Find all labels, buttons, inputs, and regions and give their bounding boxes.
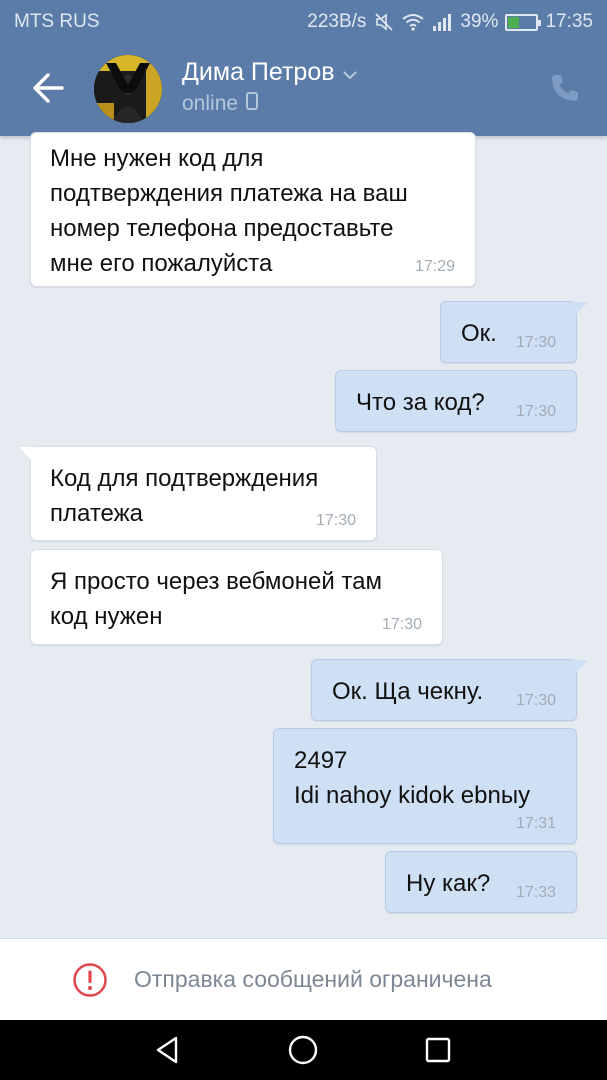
message-time: 17:30 [515, 692, 556, 709]
contact-name-text: Дима Петров [182, 58, 335, 86]
message-time: 17:30 [381, 616, 422, 633]
status-bar: MTS RUS 223B/s 39% 17:35 [0, 0, 607, 42]
message-outgoing[interactable]: Ну как? 17:33 [385, 851, 577, 913]
message-composer: Отправка сообщений ограничена [0, 938, 607, 1020]
message-incoming[interactable]: Код для подтверждения платежа 17:30 [19, 446, 377, 541]
message-outgoing[interactable]: Ок. 17:30 [440, 301, 588, 363]
message-time: 17:29 [414, 258, 455, 275]
signal-icon [431, 12, 453, 32]
bubble-tail [19, 447, 37, 460]
mute-icon [373, 12, 395, 32]
message-time: 17:30 [515, 334, 556, 351]
message-outgoing[interactable]: 2497 Idi nahoy kidok ebnыy 17:31 [273, 728, 577, 844]
message-text: Мне нужен код для подтверждения платежа … [50, 145, 408, 277]
battery-charging-icon [505, 13, 542, 31]
message-time: 17:30 [315, 512, 356, 529]
warning-circle-icon [72, 962, 108, 998]
system-nav-bar [0, 1020, 607, 1080]
status-icons: 223B/s 39% 17:35 [307, 11, 593, 33]
chat-header: Дима Петров online [0, 42, 607, 136]
contact-name[interactable]: Дима Петров [182, 58, 357, 87]
message-time: 17:33 [515, 884, 556, 901]
bubble-tail [570, 302, 588, 315]
bubble-tail [570, 660, 588, 673]
message-time: 17:30 [515, 403, 556, 420]
chevron-down-icon [342, 58, 357, 87]
message-outgoing[interactable]: Что за код? 17:30 [335, 370, 577, 432]
clock: 17:35 [545, 11, 593, 32]
back-arrow-icon[interactable] [28, 70, 68, 106]
message-time: 17:31 [515, 815, 556, 832]
mobile-device-icon [246, 92, 259, 116]
nav-recents-icon[interactable] [422, 1034, 454, 1066]
network-speed: 223B/s [307, 11, 367, 32]
carrier-name: MTS RUS [14, 11, 100, 32]
battery-percent: 39% [460, 11, 499, 32]
message-incoming[interactable]: Мне нужен код для подтверждения платежа … [30, 132, 476, 287]
contact-status: online [182, 92, 259, 116]
wifi-icon [402, 12, 425, 32]
restriction-notice: Отправка сообщений ограничена [134, 966, 492, 992]
message-outgoing[interactable]: Ок. Ща чекну. 17:30 [311, 659, 588, 721]
message-text: 2497 Idi nahoy kidok ebnыy [294, 747, 531, 809]
avatar[interactable] [94, 55, 162, 123]
message-incoming[interactable]: Я просто через вебмоней там код нужен 17… [30, 549, 443, 645]
online-status: online [182, 92, 239, 115]
nav-back-icon[interactable] [152, 1034, 184, 1066]
nav-home-icon[interactable] [287, 1034, 319, 1066]
phone-call-icon[interactable] [549, 72, 581, 104]
